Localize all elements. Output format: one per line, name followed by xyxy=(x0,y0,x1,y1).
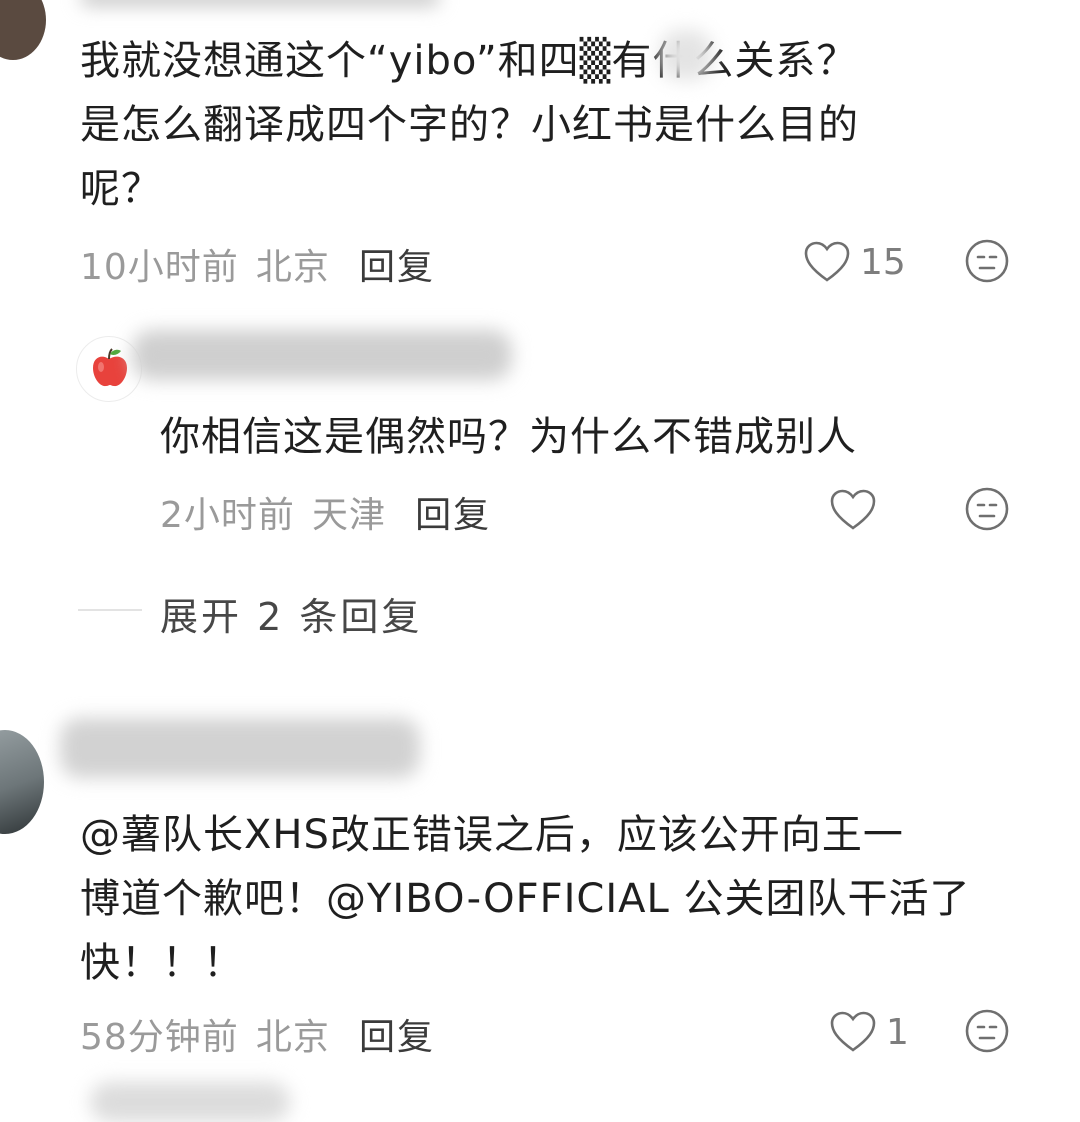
censor-smudge xyxy=(660,30,712,80)
reply-button[interactable]: 回复 xyxy=(415,495,491,536)
neutral-face-icon[interactable] xyxy=(964,238,1010,284)
reply-button[interactable]: 回复 xyxy=(359,247,435,288)
username-blurred xyxy=(132,330,512,380)
reply-location: 天津 xyxy=(312,495,387,536)
comment-location: 北京 xyxy=(255,1017,330,1058)
reply-line: 你相信这是偶然吗？为什么不错成别人 xyxy=(160,414,857,460)
comment-meta: 10小时前 北京 回复 xyxy=(80,238,435,288)
heart-icon xyxy=(830,1011,876,1052)
like-button[interactable]: 15 xyxy=(804,238,906,286)
neutral-face-icon[interactable] xyxy=(964,486,1010,532)
like-button[interactable] xyxy=(830,486,876,534)
comment-text: @薯队长XHS改正错误之后，应该公开向王一 博道个歉吧！@YIBO-OFFICI… xyxy=(80,806,1060,992)
comment-line: 是怎么翻译成四个字的？小红书是什么目的 xyxy=(80,102,859,148)
expand-replies-button[interactable]: 展开 2 条回复 xyxy=(160,586,422,641)
neutral-face-icon[interactable] xyxy=(964,1008,1010,1054)
heart-icon xyxy=(830,489,876,530)
like-count: 15 xyxy=(860,241,906,283)
heart-icon xyxy=(804,241,850,282)
comment-line: @薯队长XHS改正错误之后，应该公开向王一 xyxy=(80,812,904,858)
reply-time: 2小时前 xyxy=(160,495,295,536)
comment-time: 58分钟前 xyxy=(80,1017,239,1058)
comment-line: 呢？ xyxy=(80,166,162,212)
username-blurred xyxy=(80,0,440,6)
like-count: 1 xyxy=(886,1011,909,1053)
reply-meta: 2小时前 天津 回复 xyxy=(160,486,491,536)
next-comment-blurred xyxy=(90,1082,290,1122)
reply-button[interactable]: 回复 xyxy=(359,1017,435,1058)
comment-time: 10小时前 xyxy=(80,247,239,288)
avatar[interactable] xyxy=(0,730,44,834)
comment-meta: 58分钟前 北京 回复 xyxy=(80,1008,435,1058)
username-blurred xyxy=(60,718,420,778)
like-button[interactable]: 1 xyxy=(830,1008,909,1056)
avatar[interactable] xyxy=(0,0,46,60)
comment-text: 我就没想通这个“yibo”和四▒有什么关系？ 是怎么翻译成四个字的？小红书是什么… xyxy=(80,32,1040,218)
comment-line: 我就没想通这个“yibo”和四▒有什么关系？ xyxy=(80,38,858,84)
reply-text: 你相信这是偶然吗？为什么不错成别人 xyxy=(160,408,857,466)
expand-divider xyxy=(78,609,142,611)
comment-line: 博道个歉吧！@YIBO-OFFICIAL 公关团队干活了 xyxy=(80,876,971,922)
comment-line: 快！！！ xyxy=(80,940,244,986)
comment-location: 北京 xyxy=(255,247,330,288)
